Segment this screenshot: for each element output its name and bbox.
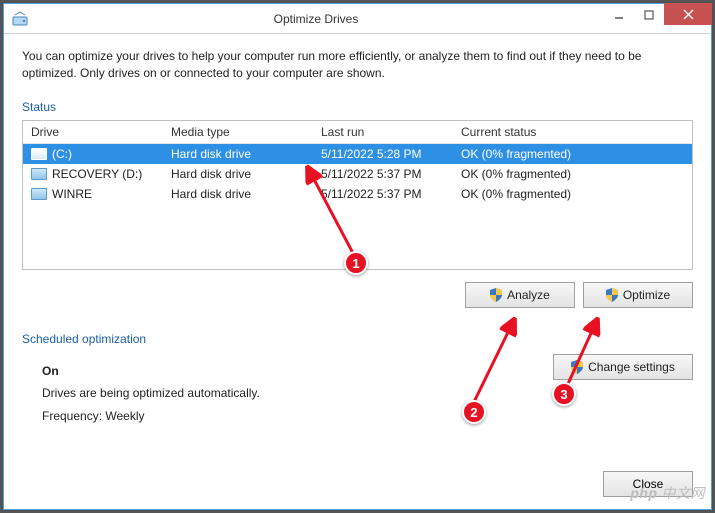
close-window-button[interactable]: [664, 3, 712, 25]
analyze-label: Analyze: [507, 288, 550, 302]
shield-icon: [606, 288, 618, 302]
status-label: Status: [22, 100, 693, 114]
annotation-badge-3: 3: [552, 382, 576, 406]
action-buttons: Analyze Optimize: [22, 282, 693, 308]
close-button[interactable]: Close: [603, 471, 693, 497]
drive-row[interactable]: (C:) Hard disk drive 5/11/2022 5:28 PM O…: [23, 144, 692, 164]
drive-status: OK (0% fragmented): [461, 167, 684, 181]
annotation-badge-2: 2: [462, 400, 486, 424]
col-drive[interactable]: Drive: [31, 125, 171, 139]
annotation-arrow-1: [300, 162, 370, 262]
drive-icon: [31, 168, 47, 180]
drive-media: Hard disk drive: [171, 147, 321, 161]
app-icon: [12, 11, 28, 27]
drive-name: (C:): [52, 147, 72, 161]
optimize-button[interactable]: Optimize: [583, 282, 693, 308]
col-current-status[interactable]: Current status: [461, 125, 684, 139]
drive-status: OK (0% fragmented): [461, 187, 684, 201]
optimize-drives-window: Optimize Drives You can optimize your dr…: [3, 3, 712, 510]
drive-name: RECOVERY (D:): [52, 167, 142, 181]
col-media[interactable]: Media type: [171, 125, 321, 139]
optimize-label: Optimize: [623, 288, 670, 302]
shield-icon: [490, 288, 502, 302]
annotation-badge-1: 1: [344, 251, 368, 275]
window-controls: [604, 4, 711, 33]
footer: Close: [603, 471, 693, 497]
drive-icon: [31, 188, 47, 200]
drives-header: Drive Media type Last run Current status: [23, 121, 692, 144]
annotation-arrow-2: [464, 314, 524, 409]
scheduled-frequency: Frequency: Weekly: [42, 405, 693, 428]
close-label: Close: [633, 477, 664, 491]
drive-last-run: 5/11/2022 5:28 PM: [321, 147, 461, 161]
col-last-run[interactable]: Last run: [321, 125, 461, 139]
drive-icon: [31, 148, 47, 160]
analyze-button[interactable]: Analyze: [465, 282, 575, 308]
drive-media: Hard disk drive: [171, 187, 321, 201]
minimize-button[interactable]: [604, 4, 634, 26]
drive-status: OK (0% fragmented): [461, 147, 684, 161]
maximize-button[interactable]: [634, 4, 664, 26]
titlebar: Optimize Drives: [4, 4, 711, 34]
window-title: Optimize Drives: [28, 12, 604, 26]
description-text: You can optimize your drives to help you…: [22, 48, 693, 82]
drive-name: WINRE: [52, 187, 92, 201]
drive-media: Hard disk drive: [171, 167, 321, 181]
